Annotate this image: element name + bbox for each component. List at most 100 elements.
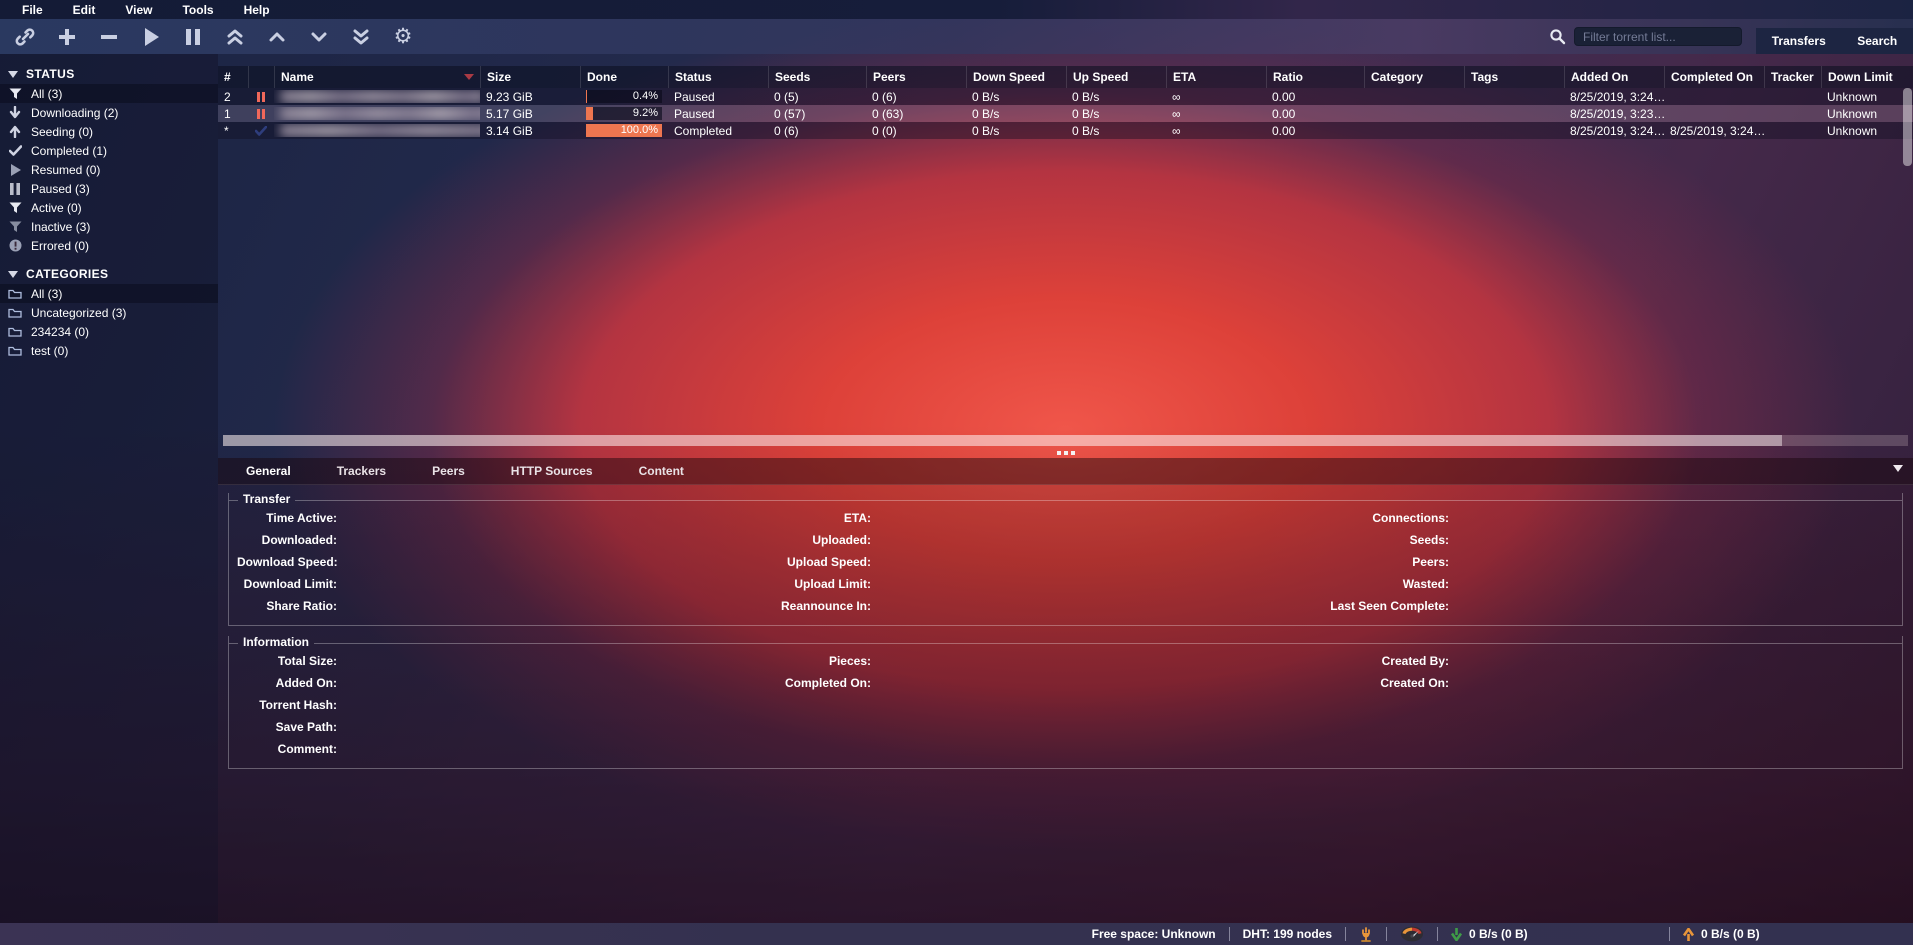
torrent-name [274, 90, 480, 103]
torrent-down-speed: 0 B/s [966, 107, 1066, 121]
col-done[interactable]: Done [580, 66, 668, 88]
value-created-by [1449, 650, 1894, 672]
col-state-icon[interactable] [248, 66, 274, 88]
menu-tools[interactable]: Tools [168, 1, 227, 19]
tab-general[interactable]: General [232, 459, 305, 483]
sidebar-item-seeding[interactable]: Seeding (0) [0, 122, 218, 141]
col-tracker[interactable]: Tracker [1764, 66, 1821, 88]
label-downloaded: Downloaded: [237, 529, 337, 551]
value-comment [337, 738, 775, 760]
sidebar-item-downloading[interactable]: Downloading (2) [0, 103, 218, 122]
link-icon[interactable] [10, 24, 40, 50]
tab-transfers[interactable]: Transfers [1766, 30, 1832, 52]
col-name[interactable]: Name [274, 66, 480, 88]
col-seeds[interactable]: Seeds [768, 66, 866, 88]
label-save-path: Save Path: [237, 716, 337, 738]
horizontal-scrollbar[interactable] [223, 435, 1908, 446]
menu-file[interactable]: File [8, 1, 57, 19]
chevron-down-icon[interactable] [1893, 465, 1903, 472]
move-top-icon[interactable] [220, 24, 250, 50]
col-eta[interactable]: ETA [1166, 66, 1266, 88]
move-down-icon[interactable] [304, 24, 334, 50]
pause-icon[interactable] [178, 24, 208, 50]
filter-torrent-input[interactable] [1574, 27, 1742, 46]
sidebar-category-234234[interactable]: 234234 (0) [0, 322, 218, 341]
scrollbar-thumb[interactable] [223, 435, 1782, 446]
col-down-limit[interactable]: Down Limit [1821, 66, 1913, 88]
table-row[interactable]: * 3.14 GiB 100.0% Completed 0 (6) 0 (0) … [218, 122, 1913, 139]
move-up-icon[interactable] [262, 24, 292, 50]
global-download-speed[interactable]: 0 B/s (0 B) [1469, 927, 1528, 941]
torrent-down-speed: 0 B/s [966, 90, 1066, 104]
sidebar-item-resumed[interactable]: Resumed (0) [0, 160, 218, 179]
chevron-down-icon [8, 71, 18, 78]
toolbar: ⚙ Transfers Search [0, 19, 1913, 54]
add-torrent-icon[interactable] [52, 24, 82, 50]
connection-plug-icon[interactable] [1359, 927, 1373, 942]
sidebar-category-test[interactable]: test (0) [0, 341, 218, 360]
label-peers: Peers: [1323, 551, 1449, 573]
vertical-scrollbar[interactable] [1903, 88, 1912, 166]
torrent-eta: ∞ [1166, 90, 1266, 104]
tab-trackers[interactable]: Trackers [323, 459, 400, 483]
value-added-on [337, 672, 775, 694]
col-tags[interactable]: Tags [1464, 66, 1564, 88]
torrent-status: Paused [668, 90, 768, 104]
col-added-on[interactable]: Added On [1564, 66, 1664, 88]
menu-view[interactable]: View [111, 1, 166, 19]
categories-section-header[interactable]: CATEGORIES [0, 264, 218, 284]
completed-state-icon [248, 126, 274, 136]
pane-splitter-handle[interactable] [218, 448, 1913, 458]
value-total-size [337, 650, 775, 672]
col-number[interactable]: # [218, 66, 248, 88]
col-category[interactable]: Category [1364, 66, 1464, 88]
label-torrent-hash: Torrent Hash: [237, 694, 337, 716]
dht-nodes-label[interactable]: DHT: 199 nodes [1243, 927, 1332, 941]
upload-arrow-icon [1683, 928, 1694, 941]
resume-icon[interactable] [136, 24, 166, 50]
value-last-seen-complete [1449, 595, 1894, 617]
menu-edit[interactable]: Edit [59, 1, 110, 19]
sidebar-category-all[interactable]: All (3) [0, 284, 218, 303]
label-empty [775, 716, 871, 738]
col-down-speed[interactable]: Down Speed [966, 66, 1066, 88]
sidebar-item-active[interactable]: Active (0) [0, 198, 218, 217]
col-size[interactable]: Size [480, 66, 580, 88]
value-save-path [337, 716, 775, 738]
table-row[interactable]: 1 5.17 GiB 9.2% Paused 0 (57) 0 (63) 0 B… [218, 105, 1913, 122]
sidebar-item-label: All (3) [31, 287, 62, 301]
global-upload-speed[interactable]: 0 B/s (0 B) [1701, 927, 1760, 941]
sidebar-item-label: 234234 (0) [31, 325, 89, 339]
search-icon [1549, 28, 1566, 45]
torrent-peers: 0 (63) [866, 107, 966, 121]
sidebar-item-all[interactable]: All (3) [0, 84, 218, 103]
label-total-size: Total Size: [237, 650, 337, 672]
settings-gear-icon[interactable]: ⚙ [388, 24, 418, 50]
col-peers[interactable]: Peers [866, 66, 966, 88]
sidebar-category-uncategorized[interactable]: Uncategorized (3) [0, 303, 218, 322]
value-seeds [1449, 529, 1894, 551]
sidebar-item-paused[interactable]: Paused (3) [0, 179, 218, 198]
menu-help[interactable]: Help [230, 1, 284, 19]
table-row[interactable]: 2 9.23 GiB 0.4% Paused 0 (5) 0 (6) 0 B/s… [218, 88, 1913, 105]
move-bottom-icon[interactable] [346, 24, 376, 50]
value-pieces [871, 650, 1323, 672]
sidebar-item-completed[interactable]: Completed (1) [0, 141, 218, 160]
tab-content[interactable]: Content [625, 459, 698, 483]
status-section-header[interactable]: STATUS [0, 64, 218, 84]
torrent-number: 1 [218, 107, 248, 121]
tab-search[interactable]: Search [1851, 30, 1903, 52]
tab-peers[interactable]: Peers [418, 459, 479, 483]
sidebar-item-inactive[interactable]: Inactive (3) [0, 217, 218, 236]
tab-http-sources[interactable]: HTTP Sources [497, 459, 607, 483]
value-peers [1449, 551, 1894, 573]
value-empty [1449, 738, 1894, 760]
col-up-speed[interactable]: Up Speed [1066, 66, 1166, 88]
sidebar-item-label: Active (0) [31, 201, 82, 215]
col-status[interactable]: Status [668, 66, 768, 88]
alt-speed-gauge-icon[interactable] [1400, 926, 1424, 942]
delete-torrent-icon[interactable] [94, 24, 124, 50]
sidebar-item-errored[interactable]: Errored (0) [0, 236, 218, 255]
col-ratio[interactable]: Ratio [1266, 66, 1364, 88]
col-completed-on[interactable]: Completed On [1664, 66, 1764, 88]
